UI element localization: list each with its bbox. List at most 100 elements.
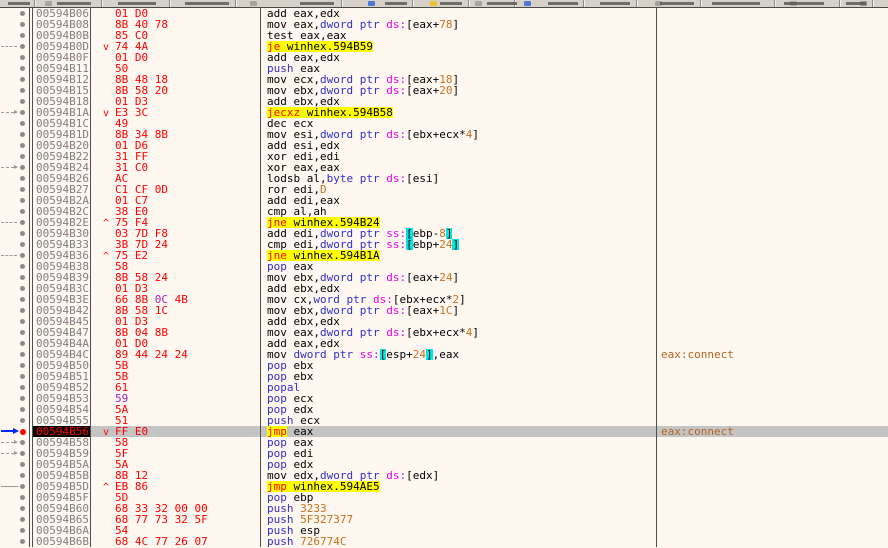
- comment-cell[interactable]: [657, 162, 888, 173]
- disasm-row[interactable]: 00594B0B85 C0test eax,eax: [0, 30, 888, 41]
- instruction-cell[interactable]: mov ebx,dword ptr ds:[eax+20]: [261, 85, 657, 96]
- gutter-cell[interactable]: [0, 470, 30, 481]
- bytes-cell[interactable]: 68 4C 77 26 07: [91, 536, 261, 547]
- gutter-cell[interactable]: [0, 294, 30, 305]
- bytes-cell[interactable]: AC: [91, 173, 261, 184]
- gutter-cell[interactable]: [0, 514, 30, 525]
- instruction-cell[interactable]: mov eax,dword ptr ds:[eax+78]: [261, 19, 657, 30]
- disasm-row[interactable]: 00594B1150push eax: [0, 63, 888, 74]
- address-cell[interactable]: 00594B4C: [33, 349, 91, 360]
- gutter-cell[interactable]: [0, 305, 30, 316]
- bytes-cell[interactable]: 5A: [91, 459, 261, 470]
- instruction-cell[interactable]: push esp: [261, 525, 657, 536]
- address-cell[interactable]: 00594B54: [33, 404, 91, 415]
- bytes-cell[interactable]: ^EB 86: [91, 481, 261, 492]
- instruction-cell[interactable]: lodsb al,byte ptr ds:[esi]: [261, 173, 657, 184]
- address-cell[interactable]: 00594B42: [33, 305, 91, 316]
- comment-cell[interactable]: [657, 107, 888, 118]
- disasm-row[interactable]: 00594B1AvE3 3Cjecxz winhex.594B58: [0, 107, 888, 118]
- address-cell[interactable]: 00594B1C: [33, 118, 91, 129]
- gutter-cell[interactable]: [0, 536, 30, 547]
- bytes-cell[interactable]: 31 C0: [91, 162, 261, 173]
- disasm-row[interactable]: 00594B3003 7D F8add edi,dword ptr ss:[eb…: [0, 228, 888, 239]
- address-cell[interactable]: 00594B53: [33, 393, 91, 404]
- disasm-row[interactable]: 00594B2431 C0xor eax,eax: [0, 162, 888, 173]
- address-cell[interactable]: 00594B30: [33, 228, 91, 239]
- comment-cell[interactable]: [657, 272, 888, 283]
- breakpoint-dot[interactable]: [20, 539, 25, 544]
- gutter-cell[interactable]: [0, 283, 30, 294]
- disasm-row[interactable]: 00594B2231 FFxor edi,edi: [0, 151, 888, 162]
- breakpoint-dot[interactable]: [20, 220, 25, 225]
- address-cell[interactable]: 00594B15: [33, 85, 91, 96]
- address-cell[interactable]: 00594B45: [33, 316, 91, 327]
- comment-cell[interactable]: [657, 217, 888, 228]
- comment-cell[interactable]: [657, 85, 888, 96]
- bytes-cell[interactable]: 01 D0: [91, 338, 261, 349]
- address-cell[interactable]: 00594B0B: [33, 30, 91, 41]
- instruction-cell[interactable]: pop ebp: [261, 492, 657, 503]
- disasm-row[interactable]: 00594B36^75 E2jne winhex.594B1A: [0, 250, 888, 261]
- bytes-cell[interactable]: 01 D3: [91, 316, 261, 327]
- address-cell[interactable]: 00594B33: [33, 239, 91, 250]
- bytes-cell[interactable]: 8B 58 24: [91, 272, 261, 283]
- bytes-cell[interactable]: v74 4A: [91, 41, 261, 52]
- breakpoint-dot[interactable]: [20, 462, 25, 467]
- address-cell[interactable]: 00594B36: [33, 250, 91, 261]
- gutter-cell[interactable]: [0, 338, 30, 349]
- address-cell[interactable]: 00594B51: [33, 371, 91, 382]
- bytes-cell[interactable]: ^75 E2: [91, 250, 261, 261]
- disasm-row[interactable]: 00594B26AClodsb al,byte ptr ds:[esi]: [0, 173, 888, 184]
- instruction-cell[interactable]: jne winhex.594B1A: [261, 250, 657, 261]
- bytes-cell[interactable]: 8B 58 1C: [91, 305, 261, 316]
- breakpoint-dot[interactable]: [20, 275, 25, 280]
- disasm-row[interactable]: 00594B5A5Apop edx: [0, 459, 888, 470]
- breakpoint-dot[interactable]: [20, 132, 25, 137]
- comment-cell[interactable]: [657, 151, 888, 162]
- bytes-cell[interactable]: 01 D0: [91, 8, 261, 19]
- breakpoint-dot[interactable]: [20, 396, 25, 401]
- disassembly-view[interactable]: 00594B0601 D0add eax,edx00594B088B 40 78…: [0, 8, 888, 548]
- address-cell[interactable]: 00594B1D: [33, 129, 91, 140]
- disasm-row[interactable]: 00594B088B 40 78mov eax,dword ptr ds:[ea…: [0, 19, 888, 30]
- comment-cell[interactable]: [657, 8, 888, 19]
- disasm-row[interactable]: 00594B27C1 CF 0Dror edi,D: [0, 184, 888, 195]
- gutter-cell[interactable]: [0, 371, 30, 382]
- comment-cell[interactable]: [657, 404, 888, 415]
- gutter-cell[interactable]: [0, 184, 30, 195]
- disasm-row[interactable]: 00594B478B 04 8Bmov eax,dword ptr ds:[eb…: [0, 327, 888, 338]
- gutter-cell[interactable]: [0, 52, 30, 63]
- gutter-cell[interactable]: [0, 74, 30, 85]
- breakpoint-dot[interactable]: [20, 154, 25, 159]
- comment-cell[interactable]: [657, 327, 888, 338]
- gutter-cell[interactable]: [0, 316, 30, 327]
- comment-cell[interactable]: [657, 140, 888, 151]
- bytes-cell[interactable]: 58: [91, 261, 261, 272]
- bytes-cell[interactable]: vE3 3C: [91, 107, 261, 118]
- bytes-cell[interactable]: 3B 7D 24: [91, 239, 261, 250]
- instruction-cell[interactable]: mov eax,dword ptr ds:[ebx+ecx*4]: [261, 327, 657, 338]
- instruction-cell[interactable]: cmp al,ah: [261, 206, 657, 217]
- comment-cell[interactable]: [657, 19, 888, 30]
- breakpoint-dot[interactable]: [20, 352, 25, 357]
- address-cell[interactable]: 00594B2A: [33, 195, 91, 206]
- comment-cell[interactable]: [657, 283, 888, 294]
- gutter-cell[interactable]: [0, 173, 30, 184]
- address-cell[interactable]: 00594B59: [33, 448, 91, 459]
- disasm-row[interactable]: 00594B333B 7D 24cmp edi,dword ptr ss:[eb…: [0, 239, 888, 250]
- address-cell[interactable]: 00594B5F: [33, 492, 91, 503]
- breakpoint-dot[interactable]: [20, 330, 25, 335]
- gutter-cell[interactable]: [0, 63, 30, 74]
- breakpoint-dot[interactable]: [20, 264, 25, 269]
- gutter-cell[interactable]: [0, 349, 30, 360]
- address-cell[interactable]: 00594B38: [33, 261, 91, 272]
- disasm-row[interactable]: 00594B515Bpop ebx: [0, 371, 888, 382]
- disasm-row[interactable]: 00594B3858pop eax: [0, 261, 888, 272]
- disasm-row[interactable]: 00594B2C38 E0cmp al,ah: [0, 206, 888, 217]
- gutter-cell[interactable]: [0, 503, 30, 514]
- breakpoint-dot[interactable]: [20, 88, 25, 93]
- address-cell[interactable]: 00594B65: [33, 514, 91, 525]
- comment-cell[interactable]: [657, 195, 888, 206]
- comment-cell[interactable]: [657, 250, 888, 261]
- comment-cell[interactable]: [657, 470, 888, 481]
